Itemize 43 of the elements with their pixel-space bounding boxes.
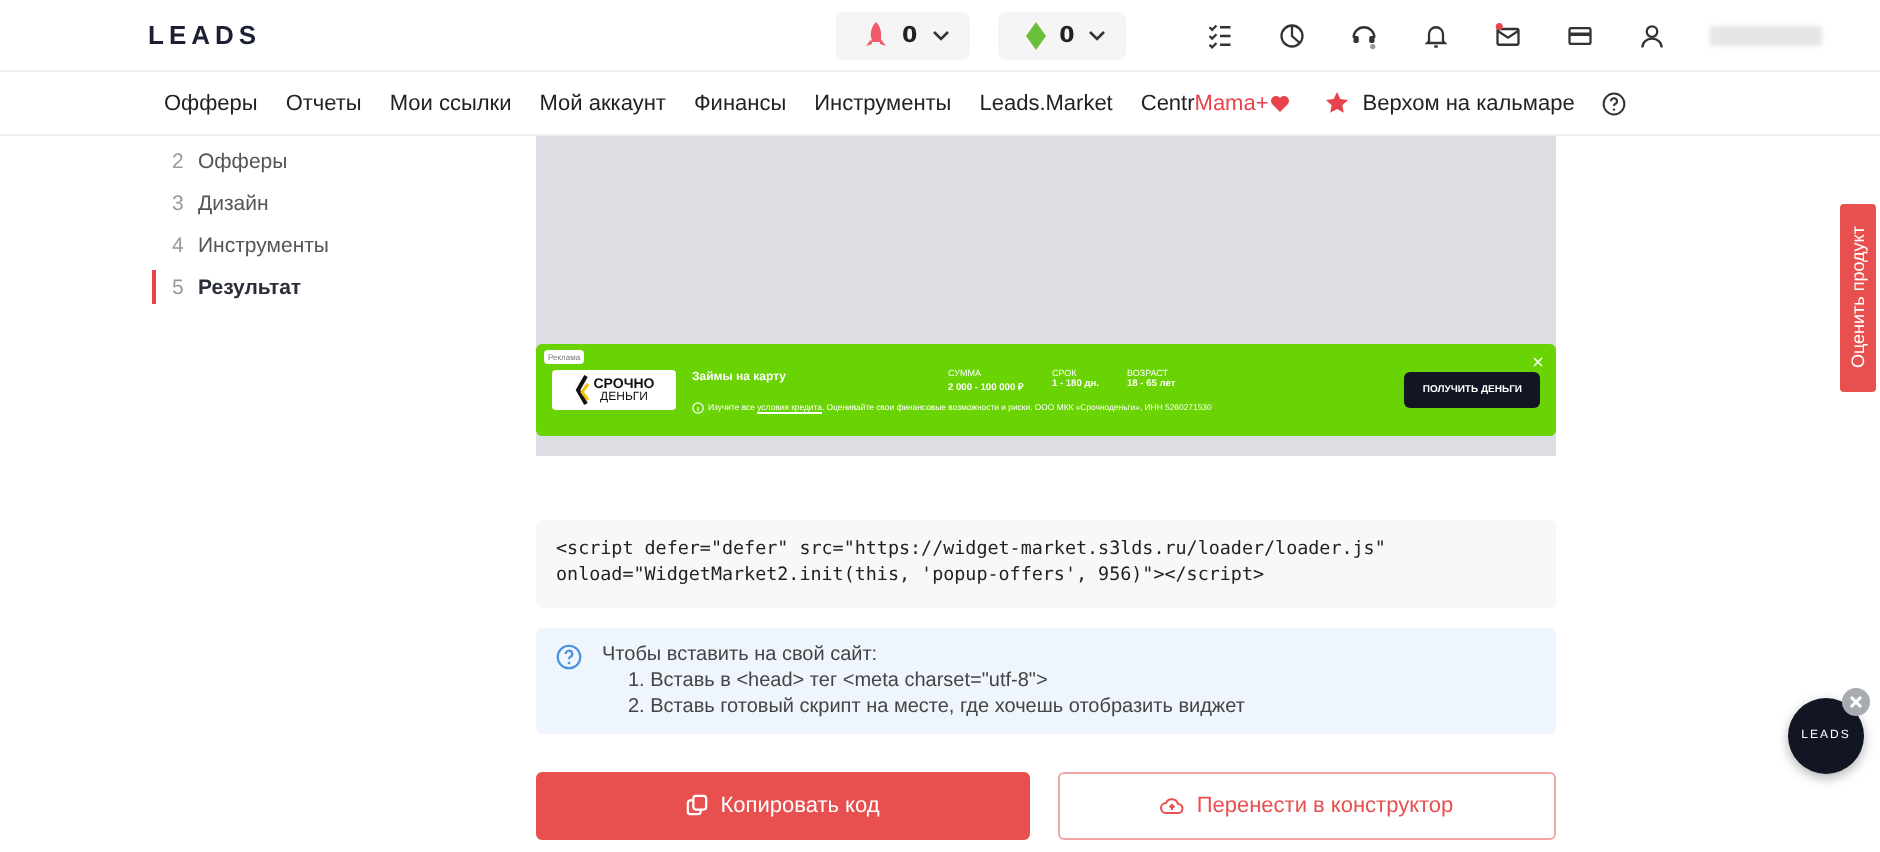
step-item[interactable]: 5 Результат: [152, 270, 372, 304]
nav-link[interactable]: Верхом на кальмаре: [1318, 91, 1575, 115]
checklist-icon[interactable]: [1206, 21, 1235, 49]
help-icon: [556, 643, 582, 670]
card-icon[interactable]: [1566, 21, 1595, 49]
redacted-bar: [1710, 25, 1823, 45]
chevron-icon: [1088, 29, 1107, 41]
logo[interactable]: LEADS: [148, 20, 828, 50]
nav-link[interactable]: Офферы: [164, 91, 258, 115]
nav-link[interactable]: Мои ссылки: [389, 91, 512, 115]
step-item[interactable]: 4 Инструменты: [152, 228, 372, 262]
help-step: 1. Вставь в <head> тег <meta charset="utf-8">: [602, 669, 1245, 692]
nav-link[interactable]: Финансы: [693, 91, 787, 115]
balance-button[interactable]: 0: [997, 11, 1127, 59]
nav-link[interactable]: Инструменты: [814, 91, 952, 115]
nav-link[interactable]: Мой аккаунт: [539, 91, 666, 115]
balance-button[interactable]: 0: [836, 11, 970, 59]
help-step: 2. Вставь готовый скрипт на месте, где хочешь отобразить виджет: [602, 695, 1245, 718]
support-icon[interactable]: [1350, 21, 1379, 49]
copy-icon: [686, 794, 709, 817]
rocket-icon: [864, 21, 888, 49]
help-icon[interactable]: [1602, 91, 1627, 115]
user-icon[interactable]: [1638, 21, 1667, 49]
info-icon: [692, 401, 704, 413]
heart-icon: [1270, 94, 1291, 112]
nav-link[interactable]: CentrMama+: [1140, 91, 1291, 115]
mail-icon[interactable]: [1494, 21, 1523, 49]
cloud-upload-icon: [1160, 795, 1185, 816]
crystal-icon: [1025, 21, 1046, 49]
bell-icon[interactable]: [1422, 21, 1451, 49]
star-icon: [1326, 92, 1349, 114]
nav-link[interactable]: Leads.Market: [979, 91, 1113, 115]
close-icon[interactable]: [1842, 688, 1870, 716]
help-title: Чтобы вставить на свой сайт:: [602, 643, 880, 666]
copy-code-button[interactable]: Копировать код: [536, 771, 1030, 840]
move-to-builder-button[interactable]: Перенести в конструктор: [1058, 771, 1556, 840]
feedback-tab[interactable]: Оценить продукт: [1840, 204, 1876, 392]
chevron-icon: [931, 29, 950, 41]
chart-icon[interactable]: [1278, 21, 1307, 49]
step-item[interactable]: 3 Дизайн: [152, 186, 372, 220]
code-snippet: <script defer="defer" src="https://widget-market.s3lds.ru/loader/loader.js" onload="WidgetMarket2.init(this, 'popup-offers', 956)"></script>: [536, 520, 1556, 608]
nav-link[interactable]: Отчеты: [285, 91, 362, 115]
step-item[interactable]: 2 Офферы: [152, 144, 372, 178]
